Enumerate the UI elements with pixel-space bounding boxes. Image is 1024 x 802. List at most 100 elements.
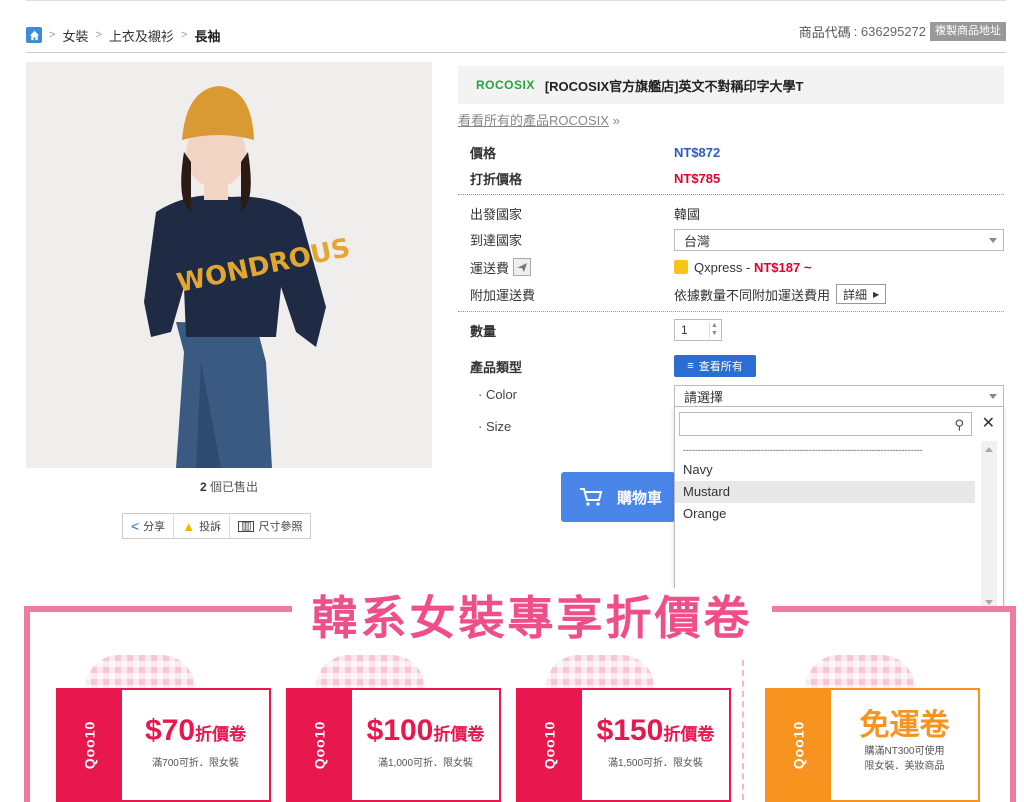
color-label: · Color <box>478 387 518 402</box>
qoo10-logo: Qoo10 <box>540 720 557 770</box>
extra-shipping-value: 依據數量不同附加運送費用 <box>674 287 831 303</box>
dropdown-option-mustard[interactable]: Mustard <box>675 481 975 503</box>
all-products-link[interactable]: 看看所有的產品ROCOSIX » <box>458 110 620 129</box>
extra-shipping-row: 附加運送費 依據數量不同附加運送費用 詳細 ▶ <box>470 284 887 304</box>
share-icon: < <box>131 518 140 534</box>
shipping-fee-row: 運送費 Qxpress - NT$187 ~ <box>470 257 811 277</box>
coupon-body: 免運卷 購滿NT300可使用 限女裝．美妝商品 <box>831 688 980 802</box>
checkered-decoration <box>545 655 655 689</box>
copy-url-button[interactable]: 複製商品地址 <box>930 22 1006 41</box>
home-icon[interactable] <box>26 27 42 43</box>
product-code: 商品代碼 : 636295272 複製商品地址 <box>799 22 1006 41</box>
share-button[interactable]: < 分享 <box>123 514 175 538</box>
destination-value: 台灣 <box>684 233 711 249</box>
breadcrumb: > 女裝 > 上衣及襯衫 > 長袖 <box>26 26 220 44</box>
add-to-cart-label: 購物車 <box>617 489 663 507</box>
coupon-150[interactable]: Qoo10 $150折價卷 滿1,500可折．限女裝 <box>516 688 731 802</box>
coupon-condition: 購滿NT300可使用 <box>864 746 945 757</box>
product-image[interactable]: WONDROUS <box>26 62 432 468</box>
coupon-unit: 折價卷 <box>433 724 485 744</box>
search-icon[interactable]: ⚲ <box>954 417 964 433</box>
top-divider <box>26 0 1006 1</box>
ruler-icon: ▥ <box>238 520 255 532</box>
color-select[interactable]: 請選擇 <box>674 385 1004 407</box>
origin-label: 出發國家 <box>470 206 523 222</box>
coupon-amount: $100折價卷 <box>367 714 485 752</box>
sold-count-text: 個已售出 <box>210 480 259 494</box>
carrier-name: Qxpress - <box>694 259 751 275</box>
coupon-brand-strip: Qoo10 <box>516 688 582 802</box>
coupon-amount: 免運卷 <box>859 709 950 742</box>
quantity-value: 1 <box>681 323 688 337</box>
dropdown-option-navy[interactable]: Navy <box>675 459 975 481</box>
size-label: · Size <box>478 419 512 434</box>
breadcrumb-current[interactable]: 長袖 <box>194 26 220 45</box>
product-type-row: 產品類型 <box>470 356 674 376</box>
coupon-free-shipping[interactable]: Qoo10 免運卷 購滿NT300可使用 限女裝．美妝商品 <box>765 688 980 802</box>
breadcrumb-item-tops[interactable]: 上衣及襯衫 <box>109 26 174 45</box>
chevron-down-icon <box>989 238 997 243</box>
all-products-text[interactable]: 看看所有的產品ROCOSIX <box>458 113 609 128</box>
destination-select[interactable]: 台灣 <box>674 229 1004 251</box>
divider <box>458 311 1004 312</box>
product-code-label: 商品代碼 <box>798 25 851 40</box>
scroll-down-icon[interactable] <box>985 600 993 605</box>
discount-label: 打折價格 <box>470 171 523 187</box>
dropdown-scrollbar[interactable] <box>981 441 997 613</box>
coupon-amount-value: $70 <box>144 713 196 747</box>
size-guide-button[interactable]: ▥ 尺寸參照 <box>230 514 310 538</box>
coupon-condition: 滿700可折．限女裝 <box>152 757 239 769</box>
package-icon <box>674 260 688 274</box>
coupon-brand-strip: Qoo10 <box>286 688 352 802</box>
coupon-brand-strip: Qoo10 <box>765 688 831 802</box>
dropdown-separator: ----------------------------------------… <box>683 445 923 455</box>
cart-icon <box>580 488 603 506</box>
add-to-cart-button[interactable]: 購物車 <box>561 472 675 522</box>
report-button[interactable]: ▲ 投訴 <box>174 514 231 538</box>
color-select-value: 請選擇 <box>684 389 724 405</box>
coupon-body: $100折價卷 滿1,000可折．限女裝 <box>352 688 501 802</box>
quantity-label: 數量 <box>470 323 497 339</box>
coupon-divider <box>742 660 744 800</box>
double-chevron-icon: » <box>612 113 620 128</box>
stepper-arrows-icon[interactable]: ▲ ▼ <box>709 322 719 338</box>
coupon-amount: $70折價卷 <box>145 714 246 752</box>
destination-label: 到達國家 <box>470 232 523 248</box>
price-value: NT$872 <box>674 144 721 160</box>
view-all-button[interactable]: ≡ 查看所有 <box>674 355 756 377</box>
discount-value: NT$785 <box>674 170 721 186</box>
coupon-70[interactable]: Qoo10 $70折價卷 滿700可折．限女裝 <box>56 688 271 802</box>
dropdown-search-input[interactable]: ⚲ <box>679 412 972 436</box>
shipping-fee-value: NT$187 ~ <box>753 259 812 275</box>
price-label: 價格 <box>470 145 497 161</box>
product-title: [ROCOSIX官方旗艦店]英文不對稱印字大學T <box>544 78 804 94</box>
checkered-decoration <box>315 655 425 689</box>
list-icon: ≡ <box>687 360 694 372</box>
dropdown-option-orange[interactable]: Orange <box>675 503 975 525</box>
price-row: 價格 NT$872 <box>470 142 720 162</box>
qoo10-logo: Qoo10 <box>310 720 327 770</box>
origin-value: 韓國 <box>674 206 701 222</box>
scroll-up-icon[interactable] <box>985 447 993 452</box>
quantity-stepper[interactable]: 1 ▲ ▼ <box>674 319 722 341</box>
sold-count: 2 個已售出 <box>26 478 432 495</box>
detail-button[interactable]: 詳細 ▶ <box>836 284 887 304</box>
view-all-label: 查看所有 <box>698 361 743 373</box>
coupon-condition: 滿1,000可折．限女裝 <box>377 757 474 769</box>
coupon-body: $150折價卷 滿1,500可折．限女裝 <box>582 688 731 802</box>
chevron-down-icon <box>989 394 997 399</box>
coupon-body: $70折價卷 滿700可折．限女裝 <box>122 688 271 802</box>
checkered-decoration <box>805 655 915 689</box>
quantity-row: 數量 <box>470 320 674 340</box>
dropdown-list: ----------------------------------------… <box>675 441 975 525</box>
shipping-fee-cell: 運送費 <box>470 257 674 277</box>
breadcrumb-item-women[interactable]: 女裝 <box>62 26 88 45</box>
destination-row: 到達國家 <box>470 229 674 249</box>
airplane-icon[interactable] <box>513 257 532 276</box>
coupon-100[interactable]: Qoo10 $100折價卷 滿1,000可折．限女裝 <box>286 688 501 802</box>
chevron-right-icon: > <box>95 29 102 41</box>
brand-logo[interactable]: ROCOSIX <box>476 78 535 92</box>
origin-row: 出發國家 韓國 <box>470 203 700 223</box>
product-tools: < 分享 ▲ 投訴 ▥ 尺寸參照 <box>122 513 312 539</box>
close-icon[interactable]: ✕ <box>982 413 995 433</box>
